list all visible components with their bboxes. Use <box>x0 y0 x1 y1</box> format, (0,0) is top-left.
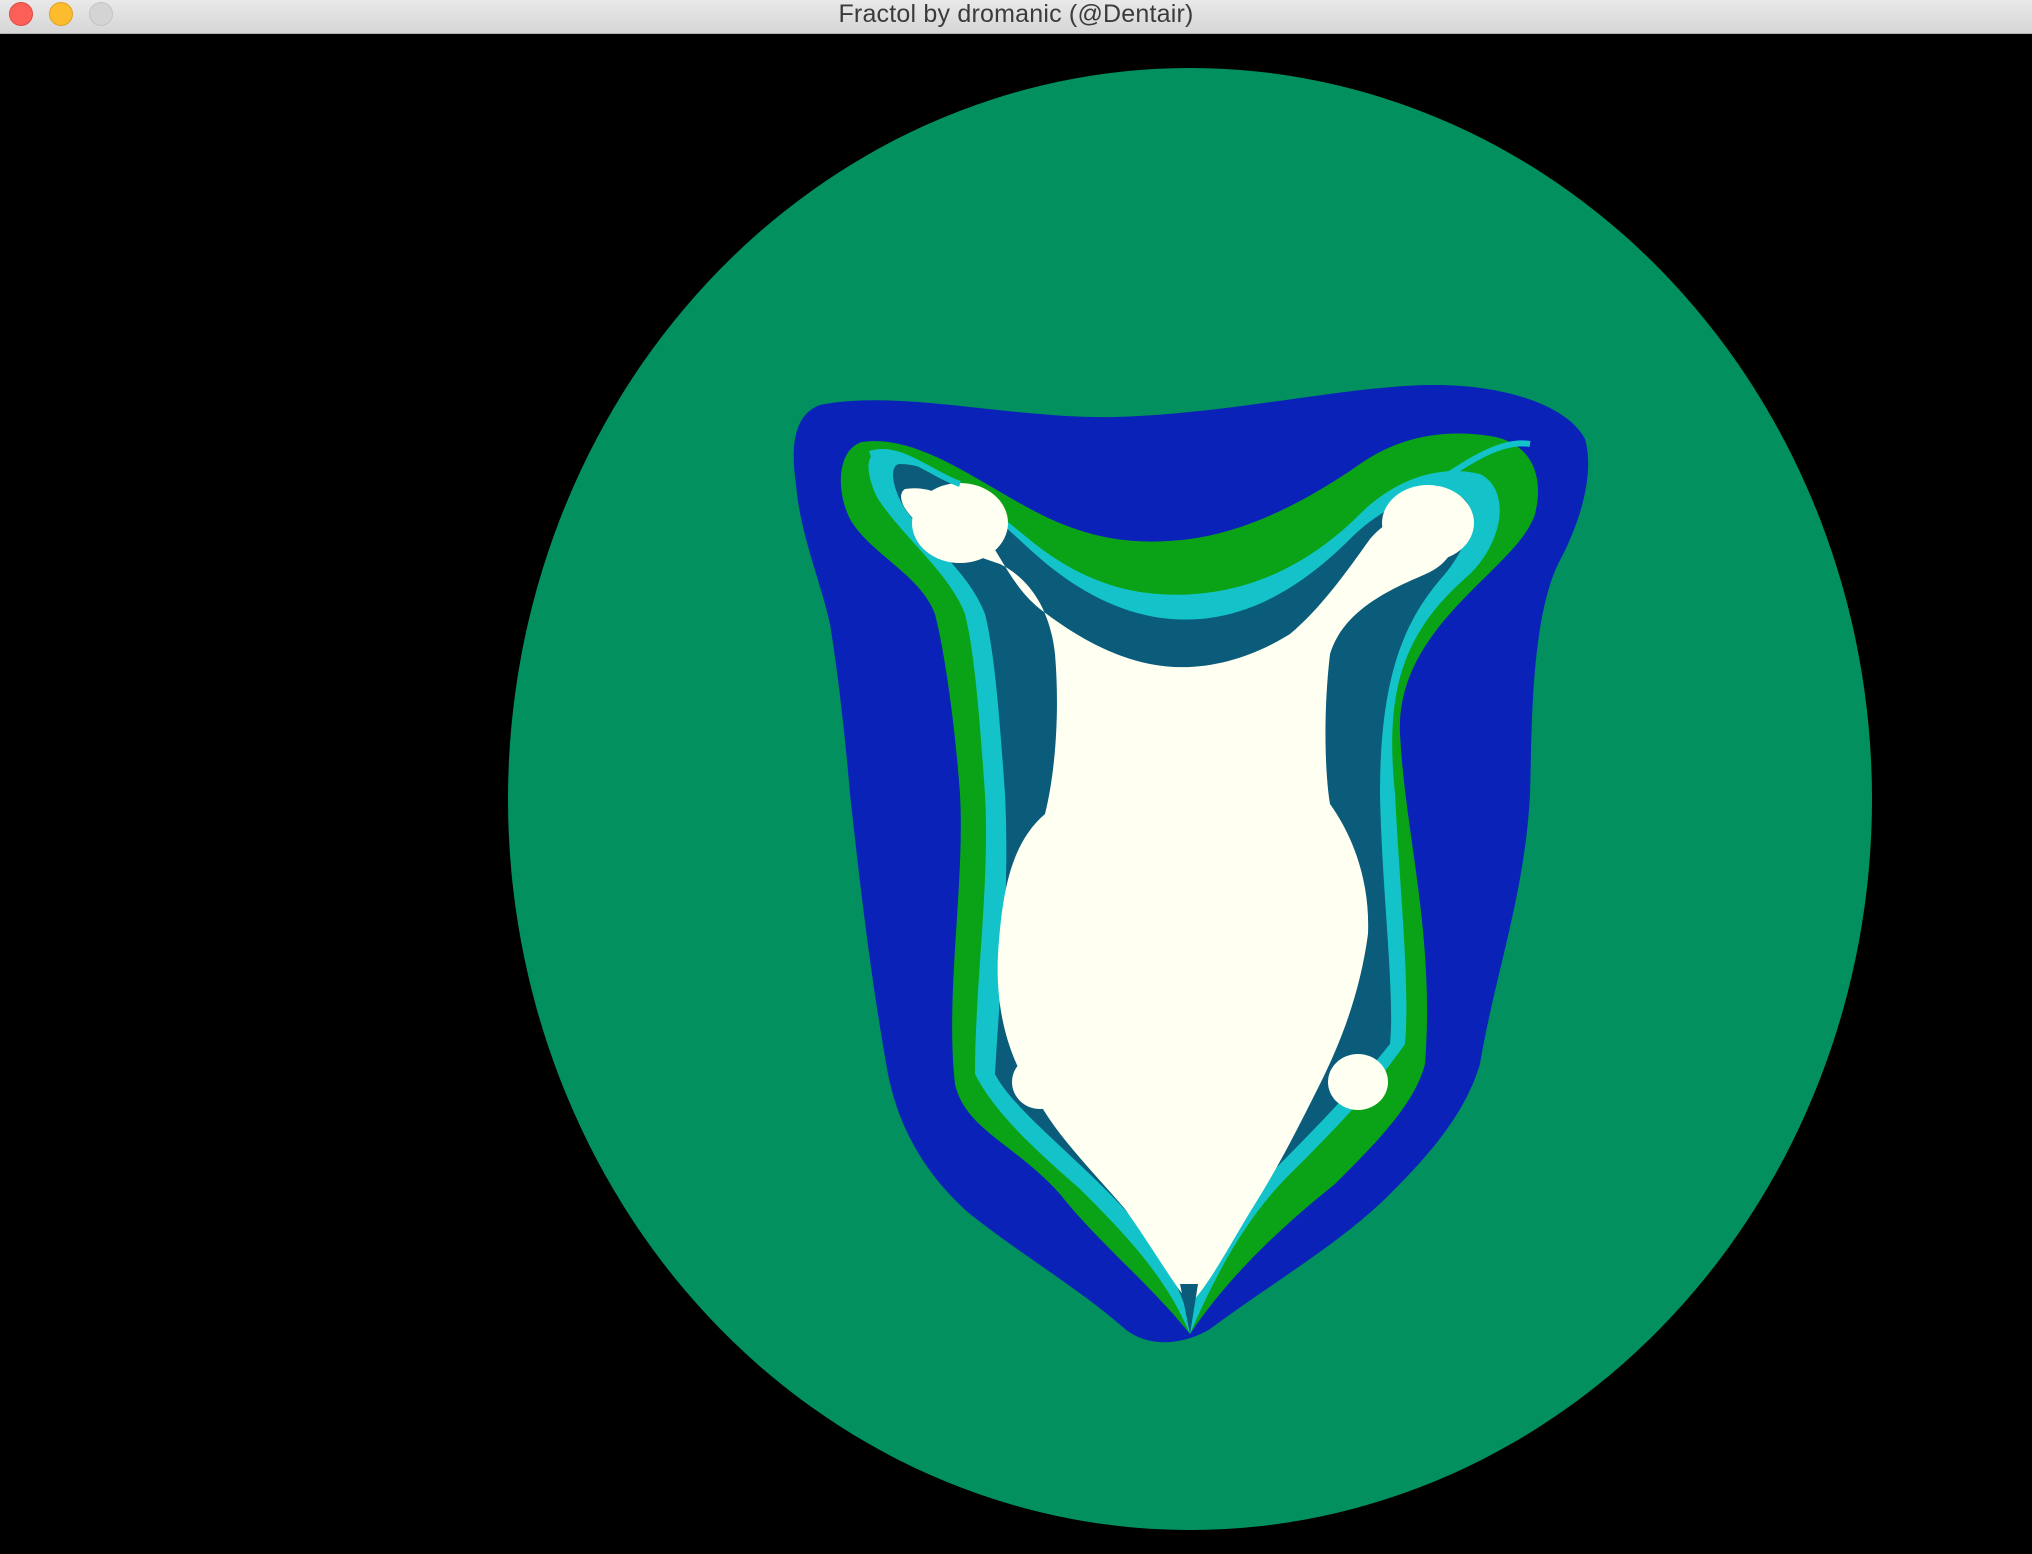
fractal-render <box>0 34 2032 1554</box>
fractol-window: Fractol by dromanic (@Dentair) <box>0 0 2032 1554</box>
fractal-canvas[interactable] <box>0 34 2032 1554</box>
window-title: Fractol by dromanic (@Dentair) <box>838 0 1194 28</box>
interior-left-ear <box>912 483 1008 563</box>
interior-left-bulb <box>1012 1055 1068 1109</box>
interior-right-ear <box>1382 485 1474 561</box>
interior-right-bulb <box>1328 1054 1388 1110</box>
title-bar[interactable]: Fractol by dromanic (@Dentair) <box>0 0 2032 34</box>
